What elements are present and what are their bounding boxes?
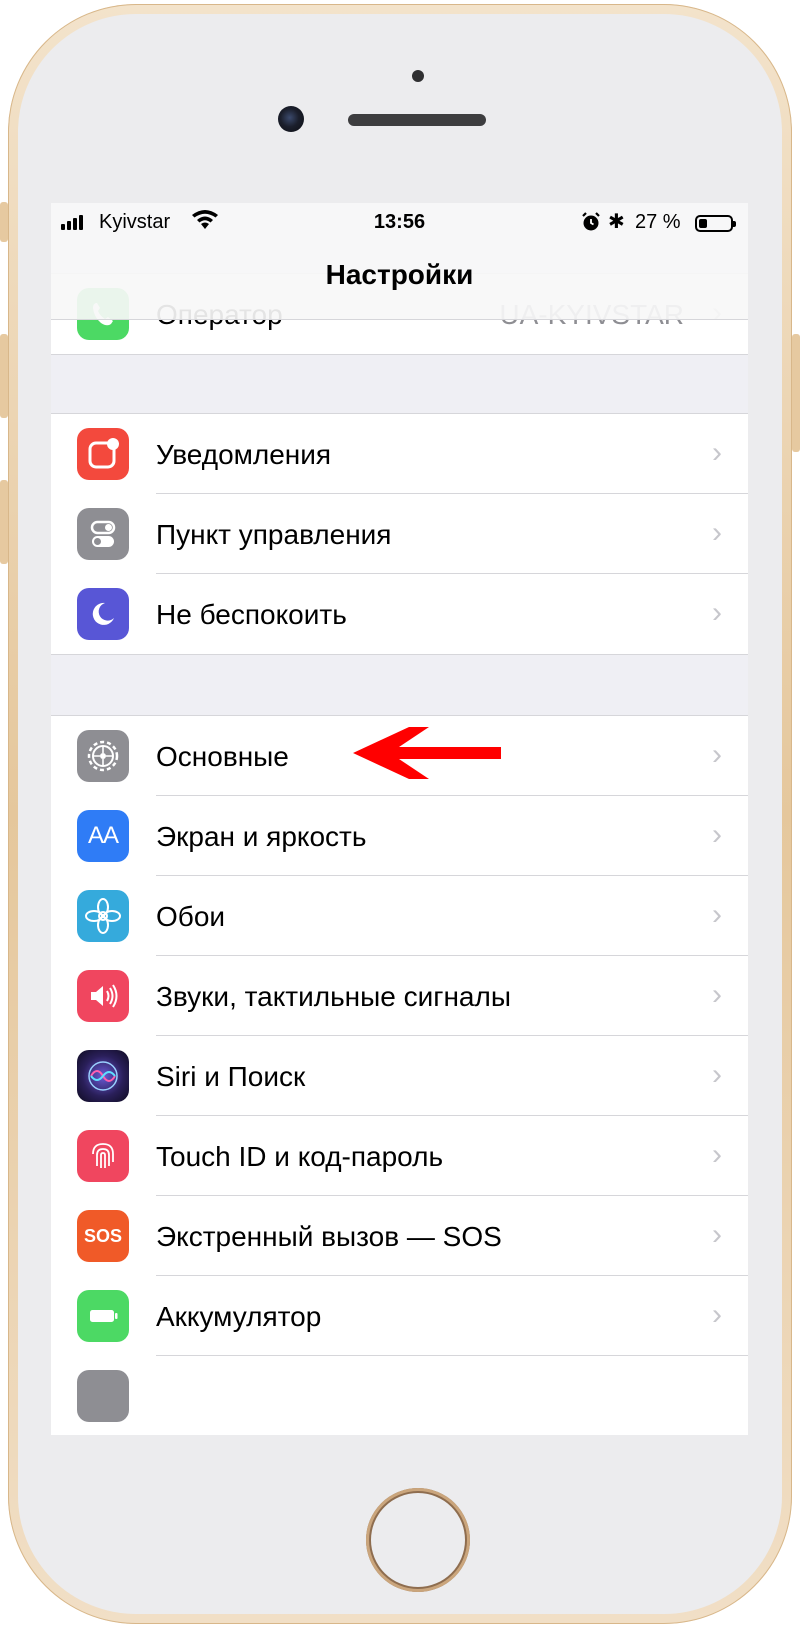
red-arrow-icon xyxy=(353,727,501,779)
toggles-icon xyxy=(77,508,129,560)
battery-indicator-icon xyxy=(695,215,736,232)
settings-row-touch-id[interactable]: Touch ID и код-пароль › xyxy=(51,1116,748,1196)
settings-row-sounds[interactable]: Звуки, тактильные сигналы › xyxy=(51,956,748,1036)
chevron-right-icon: › xyxy=(712,1058,722,1091)
settings-row-label: Не беспокоить xyxy=(156,599,347,630)
settings-row-display[interactable]: AA Экран и яркость › xyxy=(51,796,748,876)
notifications-icon xyxy=(77,428,129,480)
chevron-right-icon: › xyxy=(712,978,722,1011)
settings-row-control-center[interactable]: Пункт управления › xyxy=(51,494,748,574)
volume-down-button xyxy=(0,480,8,564)
settings-row-label: Touch ID и код-пароль xyxy=(156,1141,444,1172)
settings-row-label: Экстренный вызов — SOS xyxy=(156,1221,502,1252)
sos-icon: SOS xyxy=(77,1210,129,1262)
alarm-icon xyxy=(582,212,600,231)
chevron-right-icon: › xyxy=(712,1218,722,1251)
settings-row-privacy[interactable] xyxy=(51,1356,748,1435)
flower-icon xyxy=(77,890,129,942)
settings-row-label: Экран и яркость xyxy=(156,821,367,852)
battery-icon xyxy=(77,1290,129,1342)
siri-icon xyxy=(77,1050,129,1102)
front-camera xyxy=(278,106,304,132)
chevron-right-icon: › xyxy=(712,898,722,931)
settings-row-notifications[interactable]: Уведомления › xyxy=(51,414,748,494)
bluetooth-icon: ✱ xyxy=(608,211,625,233)
sos-icon-glyph: SOS xyxy=(83,1225,122,1246)
page-title: Настройки xyxy=(325,259,474,290)
settings-row-do-not-disturb[interactable]: Не беспокоить › xyxy=(51,574,748,654)
text-size-icon-glyph: AA xyxy=(87,822,119,849)
settings-row-emergency-sos[interactable]: SOS Экстренный вызов — SOS › xyxy=(51,1196,748,1276)
settings-row-label: Основные xyxy=(156,741,289,772)
chevron-right-icon: › xyxy=(712,436,722,469)
moon-icon xyxy=(77,588,129,640)
volume-up-button xyxy=(0,334,8,418)
settings-row-label: Обои xyxy=(156,901,226,932)
settings-row-siri[interactable]: Siri и Поиск › xyxy=(51,1036,748,1116)
screen: Kyivstar 13:56 ✱ 27 % Настройки Уведомле… xyxy=(51,203,748,1435)
settings-row-label: Уведомления xyxy=(156,439,332,470)
chevron-right-icon: › xyxy=(712,516,722,549)
home-button[interactable] xyxy=(366,1488,470,1592)
battery-percent: 27 % xyxy=(635,211,681,233)
settings-row-label: Звуки, тактильные сигналы xyxy=(156,981,511,1012)
status-bar: Kyivstar 13:56 ✱ 27 % xyxy=(51,203,748,243)
mute-switch xyxy=(0,202,8,242)
chevron-right-icon: › xyxy=(712,1138,722,1171)
battery-fill xyxy=(699,219,707,228)
chevron-right-icon: › xyxy=(712,738,722,771)
settings-row-label: Siri и Поиск xyxy=(156,1061,306,1092)
settings-row-label: Пункт управления xyxy=(156,519,392,550)
speaker-icon xyxy=(77,970,129,1022)
settings-group-notifications: Уведомления › Пункт управления › Не бесп… xyxy=(51,413,748,655)
settings-group-general: Основные › AA Экран и яркость › Обои › З… xyxy=(51,715,748,1435)
proximity-sensor xyxy=(412,70,424,82)
hand-icon xyxy=(77,1370,129,1422)
gear-icon xyxy=(77,730,129,782)
settings-row-wallpaper[interactable]: Обои › xyxy=(51,876,748,956)
earpiece-speaker xyxy=(348,114,486,126)
text-size-icon: AA xyxy=(77,810,129,862)
fingerprint-icon xyxy=(77,1130,129,1182)
power-button xyxy=(792,334,800,452)
chevron-right-icon: › xyxy=(712,596,722,629)
chevron-right-icon: › xyxy=(712,818,722,851)
settings-row-battery[interactable]: Аккумулятор › xyxy=(51,1276,748,1356)
settings-row-label: Аккумулятор xyxy=(156,1301,322,1332)
chevron-right-icon: › xyxy=(712,1298,722,1331)
